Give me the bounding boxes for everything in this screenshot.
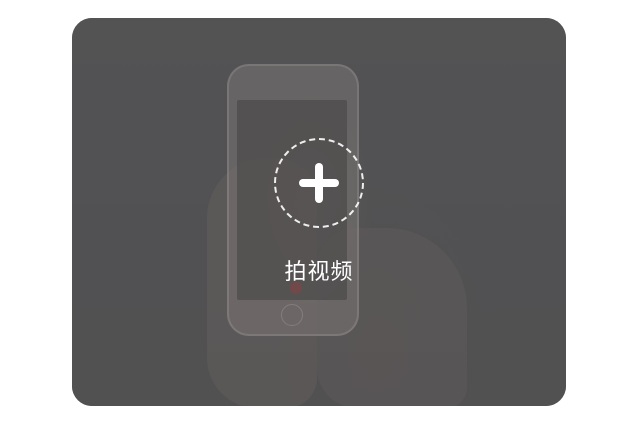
video-upload-card[interactable]: 拍视频 [72,18,566,406]
add-video-button[interactable] [274,138,364,228]
plus-icon [299,163,339,203]
record-video-label: 拍视频 [284,260,354,285]
